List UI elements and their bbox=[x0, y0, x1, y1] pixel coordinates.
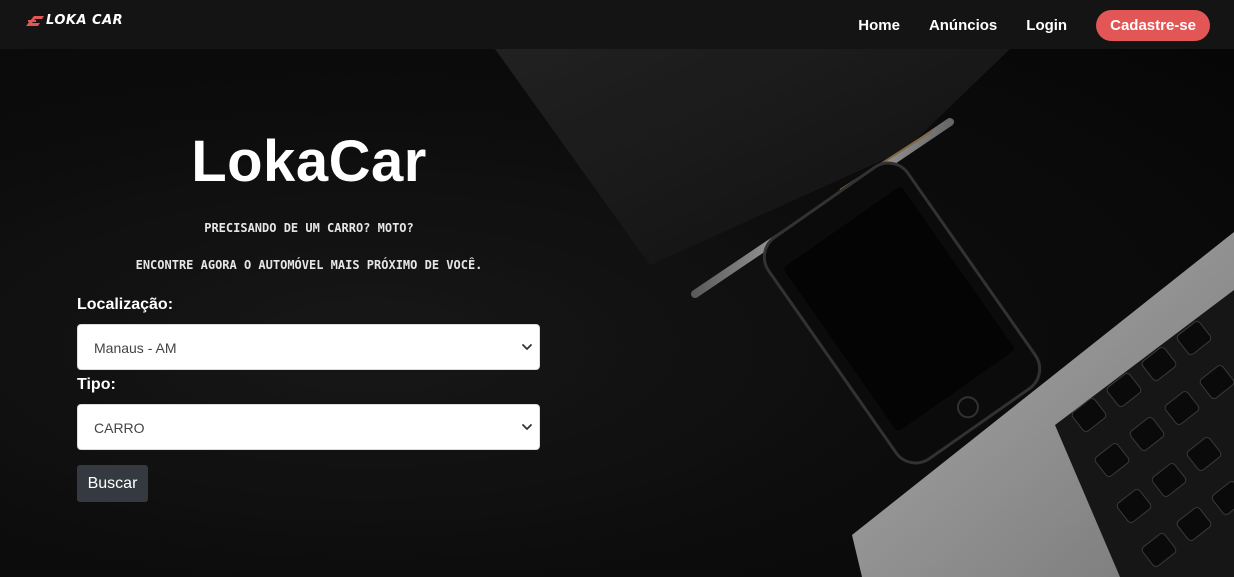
hero-tagline-1: PRECISANDO DE UM CARRO? MOTO? bbox=[204, 221, 414, 235]
nav-link-home[interactable]: Home bbox=[858, 17, 900, 34]
car-wing-logo-icon bbox=[26, 15, 44, 26]
location-select[interactable]: Manaus - AM bbox=[77, 324, 540, 370]
nav-link-anuncios[interactable]: Anúncios bbox=[929, 17, 997, 34]
type-select-value: CARRO bbox=[94, 420, 145, 436]
hero-title: LokaCar bbox=[191, 129, 427, 194]
location-label: Localização: bbox=[77, 296, 174, 313]
background-desk-photo bbox=[0, 0, 1234, 577]
type-label: Tipo: bbox=[77, 376, 116, 393]
hero-tagline-2: ENCONTRE AGORA O AUTOMÓVEL MAIS PRÓXIMO … bbox=[135, 258, 483, 272]
signup-button[interactable]: Cadastre-se bbox=[1096, 10, 1210, 41]
search-button[interactable]: Buscar bbox=[77, 465, 148, 502]
chevron-down-icon bbox=[522, 424, 532, 430]
page: LOKA CAR Home Anúncios Login Cadastre-se… bbox=[0, 0, 1234, 577]
type-select[interactable]: CARRO bbox=[77, 404, 540, 450]
location-select-value: Manaus - AM bbox=[94, 340, 177, 356]
chevron-down-icon bbox=[522, 344, 532, 350]
brand-logo[interactable]: LOKA CAR bbox=[26, 13, 123, 28]
nav-link-login[interactable]: Login bbox=[1026, 17, 1067, 34]
top-navbar: LOKA CAR Home Anúncios Login Cadastre-se bbox=[0, 0, 1234, 49]
brand-text: LOKA CAR bbox=[46, 13, 124, 28]
nav-links: Home Anúncios Login Cadastre-se bbox=[858, 10, 1210, 41]
